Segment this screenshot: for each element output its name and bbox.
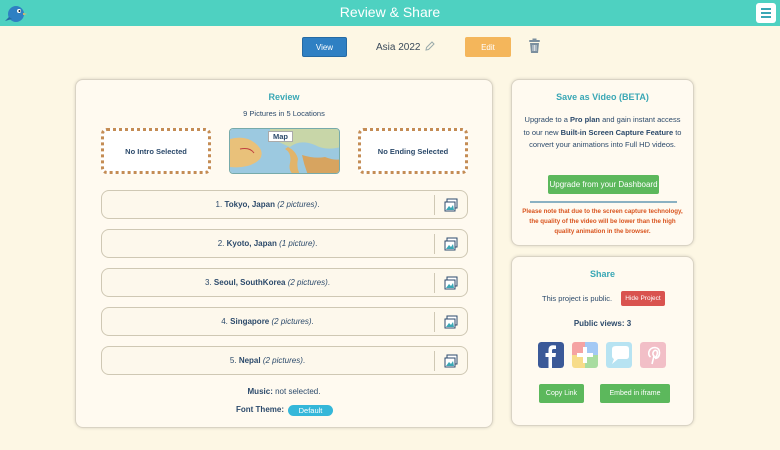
public-views: Public views: 3 (573, 319, 632, 328)
divider (434, 351, 435, 371)
map-label: Map (268, 131, 293, 142)
edit-button[interactable]: Edit (465, 37, 511, 57)
location-row-3[interactable]: 3. Seoul, SouthKorea (2 pictures). (101, 268, 468, 297)
project-name: Asia 2022 (376, 42, 421, 53)
upgrade-button[interactable]: Upgrade from your Dashboard (548, 175, 659, 194)
location-number: 4. (221, 317, 228, 326)
video-text: Upgrade to a (524, 115, 570, 124)
location-name: Singapore (230, 317, 270, 326)
location-name: Nepal (238, 356, 261, 365)
font-theme-badge[interactable]: Default (288, 405, 333, 416)
location-number: 5. (229, 356, 237, 365)
divider (530, 201, 677, 203)
location-row-1[interactable]: 1. Tokyo, Japan (2 pictures). (101, 190, 468, 219)
video-heading: Save as Video (BETA) (556, 92, 649, 102)
picture-icon[interactable] (444, 237, 458, 251)
location-suffix: . (315, 239, 318, 248)
music-info: Music: not selected. (76, 387, 492, 396)
location-text: 2. Kyoto, Japan (1 picture). (102, 239, 433, 248)
ending-label: No Ending Selected (377, 146, 449, 156)
hamburger-menu-icon[interactable] (756, 3, 776, 23)
location-number: 3. (205, 278, 212, 287)
location-name: Kyoto, Japan (226, 239, 277, 248)
hide-project-button[interactable]: Hide Project (621, 291, 665, 306)
top-bar: Review & Share (0, 0, 780, 26)
copy-link-button[interactable]: Copy Link (539, 384, 584, 403)
location-text: 1. Tokyo, Japan (2 pictures). (102, 200, 433, 209)
ending-slot[interactable]: No Ending Selected (358, 128, 468, 174)
page-title: Review & Share (339, 4, 441, 20)
location-count: (2 pictures) (287, 278, 328, 287)
location-text: 3. Seoul, SouthKorea (2 pictures). (102, 278, 433, 287)
location-count: (2 pictures) (271, 317, 312, 326)
picture-icon[interactable] (444, 276, 458, 290)
location-count: (2 pictures) (277, 200, 318, 209)
intro-slot[interactable]: No Intro Selected (101, 128, 211, 174)
divider (434, 234, 435, 254)
intro-label: No Intro Selected (125, 146, 187, 156)
location-count: (1 picture) (279, 239, 316, 248)
pro-plan-text: Pro plan (569, 115, 600, 124)
video-warning: Please note that due to the screen captu… (522, 208, 683, 235)
location-suffix: . (317, 200, 320, 209)
trash-icon[interactable] (528, 38, 541, 54)
video-panel: Save as Video (BETA) Upgrade to a Pro pl… (511, 79, 694, 246)
review-panel: Review 9 Pictures in 5 Locations No Intr… (75, 79, 493, 428)
view-button[interactable]: View (302, 37, 347, 57)
public-status: This project is public. (542, 294, 613, 303)
divider (434, 273, 435, 293)
review-summary: 9 Pictures in 5 Locations (243, 109, 325, 118)
picture-icon[interactable] (444, 315, 458, 329)
share-heading: Share (589, 269, 615, 279)
location-row-4[interactable]: 4. Singapore (2 pictures). (101, 307, 468, 336)
music-label: Music: (247, 387, 273, 396)
pinterest-icon[interactable] (640, 342, 666, 368)
location-name: Tokyo, Japan (224, 200, 275, 209)
location-number: 2. (217, 239, 225, 248)
divider (434, 195, 435, 215)
location-row-5[interactable]: 5. Nepal (2 pictures). (101, 346, 468, 375)
review-heading: Review (268, 92, 300, 102)
google-plus-icon[interactable] (572, 342, 598, 368)
divider (434, 312, 435, 332)
pencil-icon[interactable] (425, 41, 435, 51)
location-text: 5. Nepal (2 pictures). (102, 356, 433, 365)
location-number: 1. (215, 200, 223, 209)
picture-icon[interactable] (444, 354, 458, 368)
location-count: (2 pictures) (262, 356, 303, 365)
picture-icon[interactable] (444, 198, 458, 212)
chat-bubble-icon[interactable] (606, 342, 632, 368)
feature-text: Built-in Screen Capture Feature (560, 127, 674, 137)
share-panel: Share This project is public. Hide Proje… (511, 256, 694, 426)
video-description: Upgrade to a Pro plan and gain instant a… (522, 114, 683, 152)
location-name: Seoul, SouthKorea (213, 278, 286, 287)
location-text: 4. Singapore (2 pictures). (102, 317, 433, 326)
embed-iframe-button[interactable]: Embed in iframe (600, 384, 670, 403)
facebook-icon[interactable] (538, 342, 564, 368)
font-theme-label: Font Theme: (236, 405, 284, 414)
map-thumbnail[interactable]: Map (229, 128, 340, 174)
location-suffix: . (302, 356, 306, 365)
location-suffix: . (311, 317, 314, 326)
location-row-2[interactable]: 2. Kyoto, Japan (1 picture). (101, 229, 468, 258)
music-value: not selected. (275, 387, 321, 396)
location-suffix: . (327, 278, 330, 287)
